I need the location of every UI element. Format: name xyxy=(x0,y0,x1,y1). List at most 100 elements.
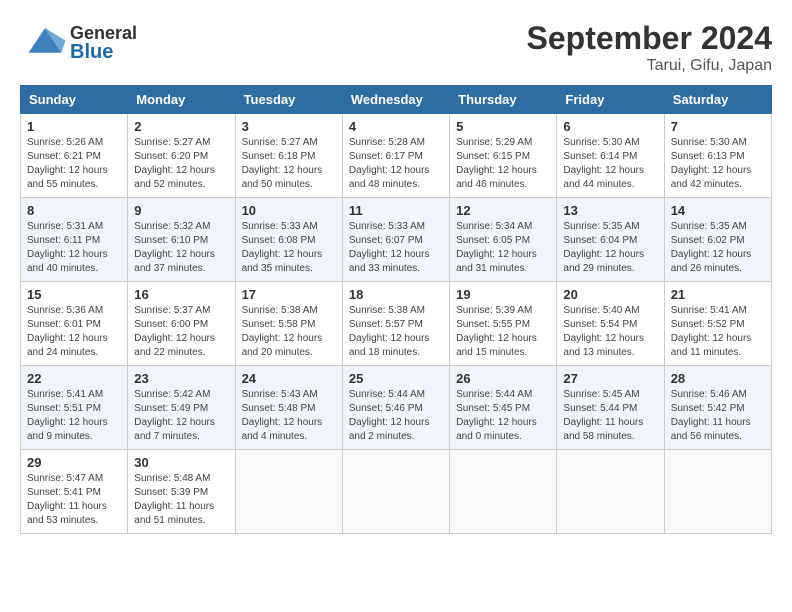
sunset-time: Sunset: 5:41 PM xyxy=(27,487,101,498)
calendar-cell: 3 Sunrise: 5:27 AM Sunset: 6:18 PM Dayli… xyxy=(235,114,342,198)
calendar-week-1: 1 Sunrise: 5:26 AM Sunset: 6:21 PM Dayli… xyxy=(21,114,772,198)
sunrise-time: Sunrise: 5:31 AM xyxy=(27,221,103,232)
day-number: 8 xyxy=(27,203,121,218)
day-info: Sunrise: 5:27 AM Sunset: 6:20 PM Dayligh… xyxy=(134,136,228,192)
daylight-hours: Daylight: 12 hours and 13 minutes. xyxy=(563,333,644,358)
logo-text: General Blue xyxy=(70,24,137,62)
day-info: Sunrise: 5:46 AM Sunset: 5:42 PM Dayligh… xyxy=(671,388,765,444)
header-day-friday: Friday xyxy=(557,86,664,114)
page-title: September 2024 xyxy=(527,20,772,57)
calendar-cell: 28 Sunrise: 5:46 AM Sunset: 5:42 PM Dayl… xyxy=(664,366,771,450)
calendar-cell: 17 Sunrise: 5:38 AM Sunset: 5:58 PM Dayl… xyxy=(235,282,342,366)
daylight-hours: Daylight: 11 hours and 58 minutes. xyxy=(563,417,643,442)
page-subtitle: Tarui, Gifu, Japan xyxy=(527,57,772,75)
day-info: Sunrise: 5:31 AM Sunset: 6:11 PM Dayligh… xyxy=(27,220,121,276)
day-number: 19 xyxy=(456,287,550,302)
day-info: Sunrise: 5:41 AM Sunset: 5:51 PM Dayligh… xyxy=(27,388,121,444)
sunrise-time: Sunrise: 5:27 AM xyxy=(242,137,318,148)
day-info: Sunrise: 5:29 AM Sunset: 6:15 PM Dayligh… xyxy=(456,136,550,192)
calendar-cell: 19 Sunrise: 5:39 AM Sunset: 5:55 PM Dayl… xyxy=(450,282,557,366)
day-number: 22 xyxy=(27,371,121,386)
calendar-cell: 13 Sunrise: 5:35 AM Sunset: 6:04 PM Dayl… xyxy=(557,198,664,282)
sunrise-time: Sunrise: 5:47 AM xyxy=(27,473,103,484)
day-info: Sunrise: 5:44 AM Sunset: 5:45 PM Dayligh… xyxy=(456,388,550,444)
sunrise-time: Sunrise: 5:43 AM xyxy=(242,389,318,400)
calendar-week-3: 15 Sunrise: 5:36 AM Sunset: 6:01 PM Dayl… xyxy=(21,282,772,366)
sunrise-time: Sunrise: 5:38 AM xyxy=(349,305,425,316)
calendar-cell: 26 Sunrise: 5:44 AM Sunset: 5:45 PM Dayl… xyxy=(450,366,557,450)
day-info: Sunrise: 5:34 AM Sunset: 6:05 PM Dayligh… xyxy=(456,220,550,276)
calendar-cell: 21 Sunrise: 5:41 AM Sunset: 5:52 PM Dayl… xyxy=(664,282,771,366)
day-info: Sunrise: 5:35 AM Sunset: 6:04 PM Dayligh… xyxy=(563,220,657,276)
title-section: September 2024 Tarui, Gifu, Japan xyxy=(527,20,772,75)
day-number: 21 xyxy=(671,287,765,302)
day-number: 13 xyxy=(563,203,657,218)
day-number: 18 xyxy=(349,287,443,302)
day-number: 24 xyxy=(242,371,336,386)
sunrise-time: Sunrise: 5:35 AM xyxy=(671,221,747,232)
day-number: 6 xyxy=(563,119,657,134)
calendar-cell: 1 Sunrise: 5:26 AM Sunset: 6:21 PM Dayli… xyxy=(21,114,128,198)
calendar-cell: 30 Sunrise: 5:48 AM Sunset: 5:39 PM Dayl… xyxy=(128,450,235,534)
day-number: 5 xyxy=(456,119,550,134)
day-info: Sunrise: 5:28 AM Sunset: 6:17 PM Dayligh… xyxy=(349,136,443,192)
daylight-hours: Daylight: 12 hours and 52 minutes. xyxy=(134,165,215,190)
daylight-hours: Daylight: 12 hours and 55 minutes. xyxy=(27,165,108,190)
calendar-cell xyxy=(235,450,342,534)
sunset-time: Sunset: 6:20 PM xyxy=(134,151,208,162)
header-day-wednesday: Wednesday xyxy=(342,86,449,114)
day-info: Sunrise: 5:36 AM Sunset: 6:01 PM Dayligh… xyxy=(27,304,121,360)
header-day-sunday: Sunday xyxy=(21,86,128,114)
day-info: Sunrise: 5:41 AM Sunset: 5:52 PM Dayligh… xyxy=(671,304,765,360)
sunrise-time: Sunrise: 5:41 AM xyxy=(671,305,747,316)
sunrise-time: Sunrise: 5:44 AM xyxy=(456,389,532,400)
day-number: 16 xyxy=(134,287,228,302)
calendar-cell: 12 Sunrise: 5:34 AM Sunset: 6:05 PM Dayl… xyxy=(450,198,557,282)
header-day-saturday: Saturday xyxy=(664,86,771,114)
header-row: SundayMondayTuesdayWednesdayThursdayFrid… xyxy=(21,86,772,114)
day-number: 30 xyxy=(134,455,228,470)
day-number: 23 xyxy=(134,371,228,386)
daylight-hours: Daylight: 12 hours and 50 minutes. xyxy=(242,165,323,190)
sunset-time: Sunset: 5:45 PM xyxy=(456,403,530,414)
day-info: Sunrise: 5:44 AM Sunset: 5:46 PM Dayligh… xyxy=(349,388,443,444)
sunset-time: Sunset: 5:58 PM xyxy=(242,319,316,330)
day-number: 20 xyxy=(563,287,657,302)
day-number: 28 xyxy=(671,371,765,386)
daylight-hours: Daylight: 12 hours and 9 minutes. xyxy=(27,417,108,442)
sunrise-time: Sunrise: 5:32 AM xyxy=(134,221,210,232)
day-number: 3 xyxy=(242,119,336,134)
sunrise-time: Sunrise: 5:42 AM xyxy=(134,389,210,400)
daylight-hours: Daylight: 11 hours and 53 minutes. xyxy=(27,501,107,526)
calendar-cell xyxy=(664,450,771,534)
sunset-time: Sunset: 5:48 PM xyxy=(242,403,316,414)
sunset-time: Sunset: 5:46 PM xyxy=(349,403,423,414)
sunset-time: Sunset: 6:07 PM xyxy=(349,235,423,246)
calendar-cell: 27 Sunrise: 5:45 AM Sunset: 5:44 PM Dayl… xyxy=(557,366,664,450)
sunset-time: Sunset: 6:10 PM xyxy=(134,235,208,246)
daylight-hours: Daylight: 12 hours and 24 minutes. xyxy=(27,333,108,358)
day-info: Sunrise: 5:38 AM Sunset: 5:58 PM Dayligh… xyxy=(242,304,336,360)
calendar-week-5: 29 Sunrise: 5:47 AM Sunset: 5:41 PM Dayl… xyxy=(21,450,772,534)
calendar-week-2: 8 Sunrise: 5:31 AM Sunset: 6:11 PM Dayli… xyxy=(21,198,772,282)
calendar-cell: 9 Sunrise: 5:32 AM Sunset: 6:10 PM Dayli… xyxy=(128,198,235,282)
calendar-cell: 15 Sunrise: 5:36 AM Sunset: 6:01 PM Dayl… xyxy=(21,282,128,366)
calendar-table: SundayMondayTuesdayWednesdayThursdayFrid… xyxy=(20,85,772,534)
sunset-time: Sunset: 6:15 PM xyxy=(456,151,530,162)
sunrise-time: Sunrise: 5:33 AM xyxy=(242,221,318,232)
sunrise-time: Sunrise: 5:44 AM xyxy=(349,389,425,400)
sunrise-time: Sunrise: 5:30 AM xyxy=(671,137,747,148)
daylight-hours: Daylight: 12 hours and 7 minutes. xyxy=(134,417,215,442)
header-day-tuesday: Tuesday xyxy=(235,86,342,114)
sunrise-time: Sunrise: 5:29 AM xyxy=(456,137,532,148)
daylight-hours: Daylight: 11 hours and 56 minutes. xyxy=(671,417,751,442)
day-number: 29 xyxy=(27,455,121,470)
calendar-cell: 2 Sunrise: 5:27 AM Sunset: 6:20 PM Dayli… xyxy=(128,114,235,198)
header-day-monday: Monday xyxy=(128,86,235,114)
sunset-time: Sunset: 5:54 PM xyxy=(563,319,637,330)
calendar-cell: 6 Sunrise: 5:30 AM Sunset: 6:14 PM Dayli… xyxy=(557,114,664,198)
day-number: 27 xyxy=(563,371,657,386)
daylight-hours: Daylight: 12 hours and 33 minutes. xyxy=(349,249,430,274)
day-info: Sunrise: 5:35 AM Sunset: 6:02 PM Dayligh… xyxy=(671,220,765,276)
sunset-time: Sunset: 6:14 PM xyxy=(563,151,637,162)
